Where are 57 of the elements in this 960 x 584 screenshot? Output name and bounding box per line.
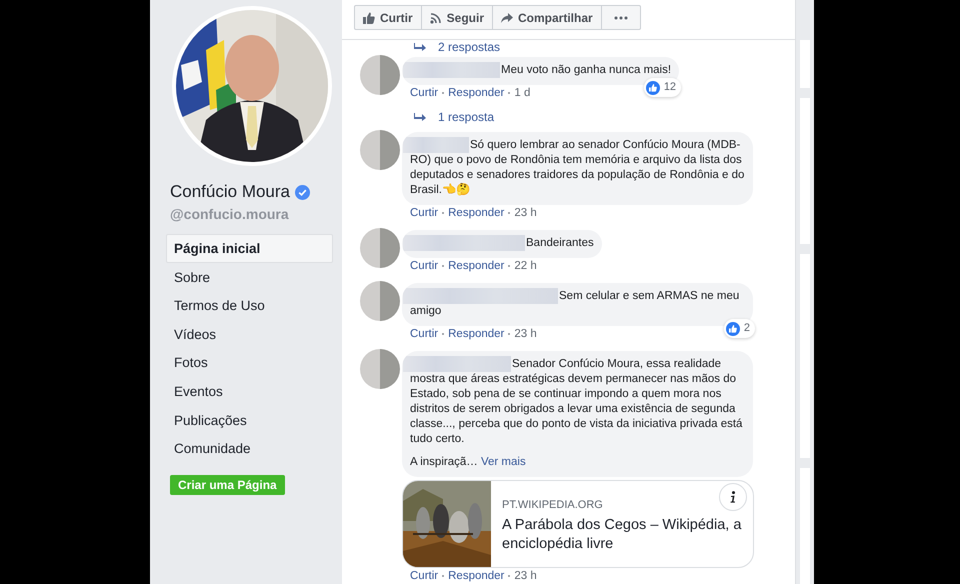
nav-item[interactable]: Página inicial [166,234,333,263]
comment-action-link[interactable]: Responder [448,206,504,220]
follow-button[interactable]: Seguir [422,5,494,30]
rss-icon [430,12,442,24]
comment-action-link[interactable]: Curtir [410,569,438,583]
nav-item[interactable]: Termos de Uso [166,291,333,320]
comment-action-link[interactable]: Responder [448,327,504,341]
like-reaction-icon [646,80,660,94]
avatar[interactable] [360,281,400,321]
avatar[interactable] [360,228,400,268]
reaction-count[interactable]: 2 [724,319,755,338]
comment-action-link[interactable]: Responder [448,569,504,583]
nav-item[interactable]: Vídeos [166,320,333,348]
comment-time[interactable]: 23 h [514,569,537,583]
comment-text: Senador Confúcio Moura, essa realidade mostra que áreas estratégicas devem permanecer nas mãos do Estado, sob pena de se continuar impondo a quem mora nos distritos de serem obrigados a levar uma existência de segunda classe..., perceba que do ponto de vista da iniciativa privada está tudo certo. [410,357,744,447]
comment-time[interactable]: 23 h [514,206,537,220]
avatar[interactable] [360,55,400,95]
nav-item[interactable]: Sobre [166,262,333,292]
comment-text: Sem celular e sem ARMAS ne meu amigo [410,289,740,319]
comment-text: Bandeirantes [525,236,594,251]
comment-action-link[interactable]: Curtir [410,86,438,100]
replies-link[interactable]: 1 resposta [414,110,494,124]
comment-action-link[interactable]: Curtir [410,206,438,220]
nav-item[interactable]: Eventos [166,376,333,406]
see-more-link[interactable]: Ver mais [480,456,526,468]
comment-text: Meu voto não ganha nunca mais! [500,63,672,78]
more-button[interactable] [602,5,641,30]
comment-time[interactable]: 1 d [514,86,530,100]
replies-link[interactable]: 2 respostas [414,40,500,54]
link-title[interactable]: A Parábola dos Cegos – Wikipédia, a enciclopédia livre [502,516,743,554]
reply-arrow-icon [414,113,426,121]
avatar[interactable] [360,130,400,170]
nav-item[interactable]: Publicações [166,406,333,434]
comment-time[interactable]: 22 h [514,259,537,273]
like-reaction-icon [726,322,740,336]
info-icon[interactable] [719,483,747,511]
share-arrow-icon [501,12,514,24]
link-preview-card[interactable]: PT.WIKIPEDIA.ORG A Parábola dos Cegos – Wikipédia, a enciclopédia livre [402,480,754,568]
reaction-count[interactable]: 12 [644,78,682,97]
comment-action-link[interactable]: Curtir [410,259,438,273]
comment-action-link[interactable]: Curtir [410,327,438,341]
comment-text: Só quero lembrar ao senador Confúcio Moura (MDB-RO) que o povo de Rondônia tem memória e arquivo da lista dos deputados e senadores traidores da população de Rondônia e do Brasil.👈🤔 [410,138,745,198]
page-handle: @confucio.moura [170,206,290,222]
reply-arrow-icon [414,43,426,51]
comment-excerpt: A inspiraçã… [410,456,478,468]
nav-item[interactable]: Fotos [166,348,333,377]
comment-time[interactable]: 23 h [514,327,537,341]
avatar[interactable] [360,349,400,389]
nav-item[interactable]: Comunidade [166,434,333,463]
thumbs-up-icon [363,12,375,24]
comment-action-link[interactable]: Responder [448,86,504,100]
like-button[interactable]: Curtir [354,5,422,30]
more-dots-icon [614,16,628,20]
share-button[interactable]: Compartilhar [493,5,602,30]
link-domain: PT.WIKIPEDIA.ORG [502,499,604,511]
page-name: Confúcio Moura [170,182,290,202]
comment-action-link[interactable]: Responder [448,259,504,273]
